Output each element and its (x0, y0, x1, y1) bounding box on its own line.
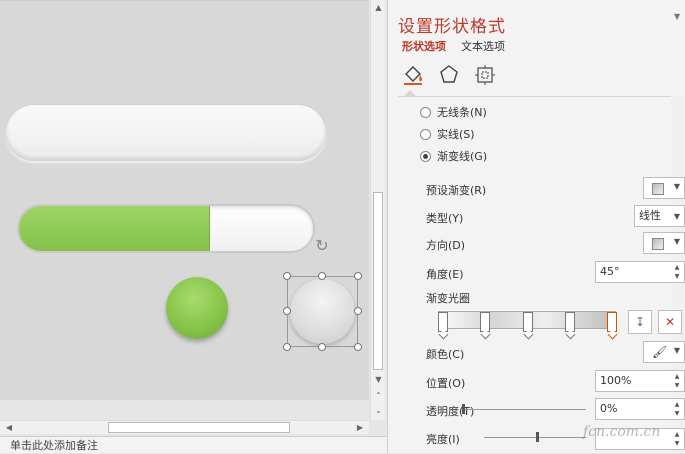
transparency-slider[interactable] (462, 409, 586, 410)
transparency-value: 0% (600, 402, 618, 415)
gradient-stop[interactable] (523, 312, 533, 332)
vertical-scroll-thumb[interactable] (373, 192, 383, 370)
rotate-handle-icon[interactable]: ↻ (313, 237, 331, 255)
resize-handle-top-left[interactable] (283, 272, 291, 280)
color-button[interactable]: 🖌 ▼ (643, 341, 685, 363)
angle-value: 45° (600, 265, 620, 278)
radio-label: 实线(S) (437, 128, 475, 141)
scroll-left-icon[interactable]: ◀ (2, 421, 16, 435)
direction-button[interactable]: ▼ (643, 232, 685, 254)
radio-button[interactable] (420, 150, 431, 162)
green-ball-shape[interactable] (166, 277, 228, 339)
type-label: 类型(Y) (426, 212, 464, 225)
radio-button[interactable] (420, 128, 431, 140)
vertical-scrollbar[interactable]: ▲ ▼ ⌃ ⌄ (370, 0, 385, 420)
color-label: 颜色(C) (426, 348, 465, 361)
chevron-down-icon: ▼ (673, 212, 680, 221)
scroll-right-icon[interactable]: ▶ (353, 421, 367, 435)
spin-arrows-icon[interactable]: ▲ ▼ (672, 400, 682, 418)
horizontal-scrollbar[interactable]: ◀ ▶ (0, 420, 369, 434)
fill-line-icon[interactable] (400, 62, 426, 88)
paint-bucket-icon: 🖌 (652, 345, 668, 359)
resize-handle-top-right[interactable] (354, 272, 362, 280)
resize-handle-bottom-left[interactable] (283, 343, 291, 351)
progress-bar-shape[interactable] (19, 206, 313, 251)
radio-gradient-line[interactable]: 渐变线(G) (420, 148, 487, 164)
resize-handle-top[interactable] (318, 272, 326, 280)
resize-handle-bottom[interactable] (318, 343, 326, 351)
size-properties-icon[interactable] (472, 62, 498, 88)
add-gradient-stop-icon[interactable]: ↧ (628, 310, 652, 334)
scroll-up-icon[interactable]: ▲ (371, 0, 386, 15)
white-pill-shape[interactable] (6, 105, 326, 161)
gradient-stop[interactable] (565, 312, 575, 332)
brightness-label: 亮度(I) (426, 433, 460, 446)
gradient-swatch-icon (652, 183, 664, 195)
effects-pentagon-icon[interactable] (436, 62, 462, 88)
slide-canvas[interactable]: ↻ (0, 0, 369, 400)
tab-text-options[interactable]: 文本选项 (461, 38, 505, 54)
slide-editor-area: ↻ ▲ ▼ ⌃ ⌄ ◀ ▶ 单击此处添加备注 (0, 0, 387, 453)
chevron-down-icon: ▼ (673, 237, 680, 246)
resize-handle-bottom-right[interactable] (354, 343, 362, 351)
angle-label: 角度(E) (426, 268, 464, 281)
radio-no-line[interactable]: 无线条(N) (420, 104, 487, 120)
radio-button[interactable] (420, 106, 431, 118)
brightness-slider-thumb[interactable] (536, 432, 539, 442)
pane-divider (398, 96, 676, 97)
radio-label: 渐变线(G) (437, 150, 488, 163)
tab-shape-options[interactable]: 形状选项 (402, 38, 446, 54)
resize-handle-right[interactable] (354, 307, 362, 315)
remove-gradient-stop-icon[interactable]: ✕ (658, 310, 682, 334)
gradient-stops-label: 渐变光圈 (426, 292, 470, 305)
type-select[interactable]: 线性 ▼ (634, 205, 685, 227)
progress-bar-fill (19, 206, 211, 251)
radio-solid-line[interactable]: 实线(S) (420, 126, 475, 142)
gradient-stop[interactable] (438, 312, 448, 332)
format-shape-pane: 设置形状格式 ▼ 形状选项 文本选项 无线条(N) 实线(S) 渐变线(G) 预… (387, 0, 685, 453)
notes-placeholder[interactable]: 单击此处添加备注 (0, 436, 387, 453)
pane-options-chevron-icon[interactable]: ▼ (674, 12, 680, 21)
chevron-down-icon: ▼ (673, 182, 680, 191)
resize-handle-left[interactable] (283, 307, 291, 315)
position-spinner[interactable]: 100% ▲ ▼ (595, 370, 685, 392)
pane-title: 设置形状格式 (398, 17, 506, 37)
next-slide-icon[interactable]: ⌄ (371, 403, 386, 418)
transparency-spinner[interactable]: 0% ▲ ▼ (595, 398, 685, 420)
gradient-stop[interactable] (480, 312, 490, 332)
position-label: 位置(O) (426, 377, 466, 390)
angle-spinner[interactable]: 45° ▲ ▼ (595, 261, 685, 283)
radio-label: 无线条(N) (437, 106, 487, 119)
transparency-slider-thumb[interactable] (462, 404, 465, 414)
spin-arrows-icon[interactable]: ▲ ▼ (672, 372, 682, 390)
preset-gradient-label: 预设渐变(R) (426, 184, 487, 197)
horizontal-scroll-thumb[interactable] (108, 422, 290, 433)
watermark-logo: fcn.com.cn (583, 424, 661, 440)
scroll-down-icon[interactable]: ▼ (371, 372, 386, 387)
position-value: 100% (600, 374, 632, 387)
preset-gradient-button[interactable]: ▼ (643, 177, 685, 199)
gradient-swatch-icon (652, 238, 664, 250)
chevron-down-icon: ▼ (673, 346, 680, 355)
spin-arrows-icon[interactable]: ▲ ▼ (672, 430, 682, 448)
brightness-slider[interactable] (484, 437, 586, 438)
type-value: 线性 (639, 209, 661, 222)
direction-label: 方向(D) (426, 239, 466, 252)
previous-slide-icon[interactable]: ⌃ (371, 388, 386, 403)
spin-arrows-icon[interactable]: ▲ ▼ (672, 263, 682, 281)
selection-box (287, 276, 358, 347)
transparency-label: 透明度(T) (426, 405, 475, 418)
gradient-stop-selected[interactable] (607, 312, 617, 332)
